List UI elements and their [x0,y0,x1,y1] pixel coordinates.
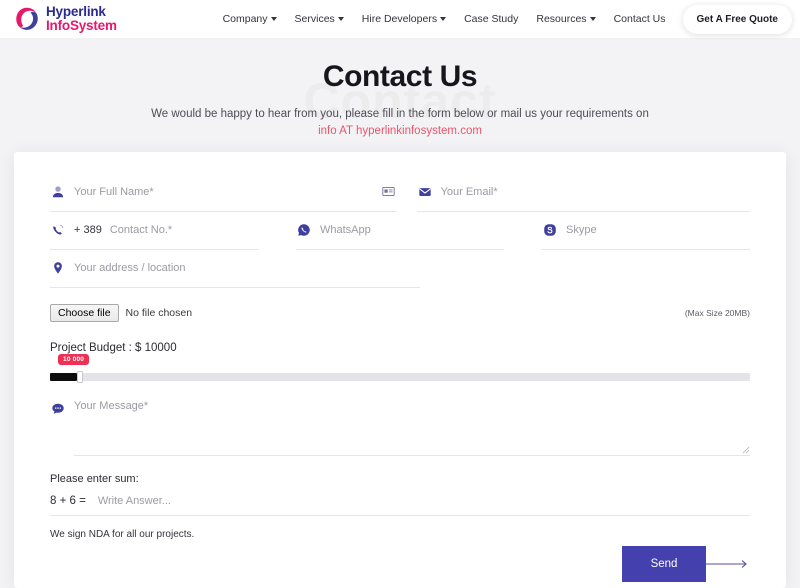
slider-handle[interactable] [77,371,83,383]
site-header: Hyperlink InfoSystem Company Services Hi… [0,0,800,38]
chevron-down-icon [440,17,447,21]
hero-subtitle: We would be happy to hear from you, plea… [151,108,649,120]
skype-icon [542,222,558,238]
slider-track[interactable] [50,373,750,381]
arrow-right-icon [706,560,747,568]
address-field[interactable] [50,250,420,288]
contact-no-field[interactable]: + 389 [50,212,258,250]
choose-file-button[interactable]: Choose file [50,304,119,322]
send-row: Send [50,546,750,582]
nav-item-services[interactable]: Services [286,7,353,31]
email-input[interactable] [440,185,750,198]
phone-icon [50,222,66,238]
message-underline [74,446,750,456]
captcha-answer-input[interactable] [95,494,750,508]
envelope-icon [417,184,433,200]
slider-value-badge: 10 000 [58,354,90,365]
message-field[interactable] [50,400,750,456]
chevron-down-icon [337,17,344,21]
contact-email-link[interactable]: info AT hyperlinkinfosystem.com [0,125,800,137]
full-name-input[interactable] [74,185,373,198]
get-a-free-quote-button[interactable]: Get A Free Quote [682,4,792,34]
logo-line-1: Hyperlink [46,4,106,20]
chevron-down-icon [589,17,596,21]
nav-label: Case Study [464,13,519,25]
chat-bubble-icon [50,401,66,417]
send-button[interactable]: Send [622,546,706,582]
file-status-label: No file chosen [125,307,193,319]
form-row-contacts: + 389 [50,212,750,250]
nav-label: Hire Developers [361,13,438,25]
contact-form-card: + 389 [14,152,786,588]
nav-label: Contact Us [613,13,666,25]
max-file-size-note: (Max Size 20MB) [684,308,750,318]
skype-input[interactable] [566,223,750,236]
message-textarea[interactable] [74,400,750,448]
logo[interactable]: Hyperlink InfoSystem [14,5,117,33]
captcha-row[interactable]: 8 + 6 = [50,494,750,516]
contact-card-icon[interactable] [381,184,397,200]
nav-item-hire-developers[interactable]: Hire Developers [353,7,455,31]
whatsapp-icon [296,222,312,238]
email-field[interactable] [416,174,750,212]
nav-item-case-study[interactable]: Case Study [455,7,527,31]
location-pin-icon [50,260,66,276]
form-row-identity [50,174,750,212]
resize-grip-icon[interactable] [742,446,750,454]
project-budget-slider[interactable]: 10 000 [50,354,750,384]
user-icon [50,184,66,200]
country-code-label[interactable]: + 389 [74,224,102,236]
logo-line-2: InfoSystem [46,18,117,33]
nda-note: We sign NDA for all our projects. [50,529,195,540]
slider-fill [50,373,77,381]
captcha-equation: 8 + 6 = [50,495,86,507]
address-input[interactable] [74,261,420,274]
form-row-address [50,250,750,288]
nav-label: Resources [536,13,587,25]
contact-no-input[interactable] [109,223,258,236]
chevron-down-icon [270,17,277,21]
full-name-field[interactable] [50,174,397,212]
nav-item-company[interactable]: Company [214,7,286,31]
project-budget-label: Project Budget : $ 10000 [50,342,177,354]
hero-section: Contact Contact Us We would be happy to … [0,38,800,153]
nav-item-contact-us[interactable]: Contact Us [605,7,675,31]
hyperlink-logo-icon [14,6,41,33]
nav-label: Company [222,13,268,25]
main-navigation: Company Services Hire Developers Case St… [214,4,792,34]
skype-field[interactable] [542,212,750,250]
nav-label: Services [294,13,335,25]
nav-item-resources[interactable]: Resources [527,7,604,31]
whatsapp-field[interactable] [296,212,504,250]
captcha-label: Please enter sum: [50,473,139,485]
file-upload-row: Choose file No file chosen (Max Size 20M… [50,302,750,324]
page-title: Contact Us [322,60,478,93]
whatsapp-input[interactable] [320,223,504,236]
